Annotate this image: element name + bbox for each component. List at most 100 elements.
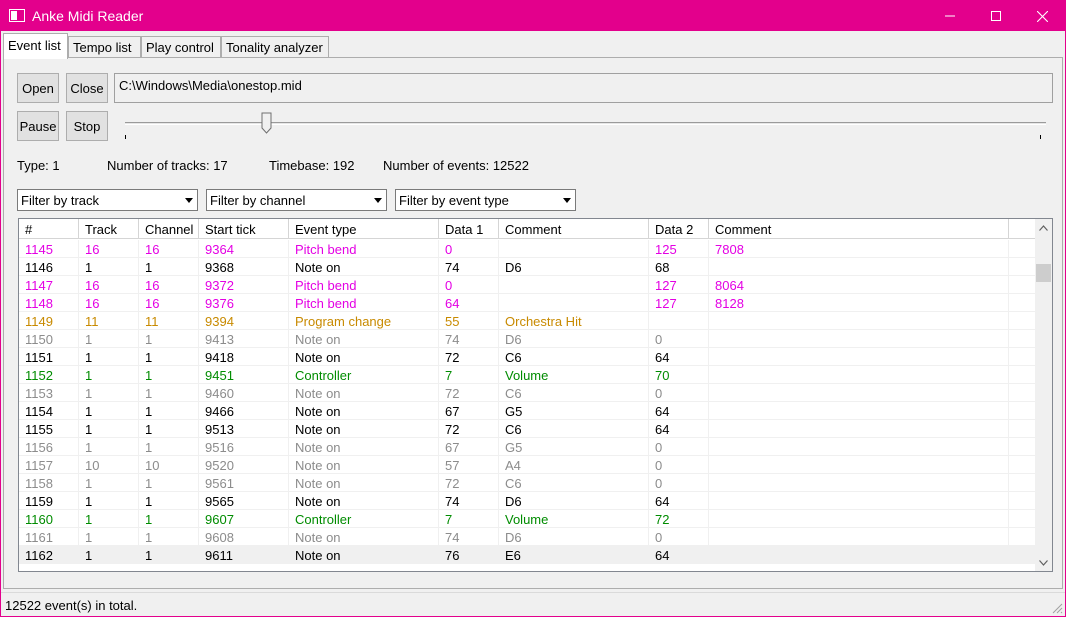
- cell-event-type: Note on: [289, 456, 439, 474]
- chevron-down-icon: [369, 190, 386, 210]
- open-button[interactable]: Open: [17, 73, 59, 103]
- cell-comment1: C6: [499, 348, 649, 366]
- slider-tick-start: [125, 135, 126, 139]
- stop-button[interactable]: Stop: [66, 111, 108, 141]
- scroll-up-button[interactable]: [1035, 219, 1052, 236]
- minimize-button[interactable]: [927, 1, 973, 31]
- header-col-comment1[interactable]: Comment: [499, 219, 649, 239]
- cell-channel: 11: [139, 312, 199, 330]
- event-list-table[interactable]: # Track Channel Start tick Event type Data 1C…: [18, 218, 1053, 572]
- cell-number: 1153: [19, 384, 79, 402]
- tab-event-list[interactable]: Event list: [3, 33, 68, 59]
- header-col-data1[interactable]: Data 1: [439, 219, 499, 239]
- tab-play-control[interactable]: Play control: [141, 36, 221, 58]
- scroll-down-button[interactable]: [1035, 554, 1052, 571]
- cell-comment2: [709, 528, 1009, 546]
- cell-comment1: C6: [499, 384, 649, 402]
- cell-start-tick: 9611: [199, 546, 289, 564]
- cell-comment2: [709, 384, 1009, 402]
- cell-comment2: [709, 420, 1009, 438]
- vertical-scrollbar[interactable]: [1035, 219, 1052, 571]
- table-row[interactable]: 1146 1 1 9368 Note on 74 D6 68: [19, 258, 1036, 276]
- cell-event-type: Note on: [289, 348, 439, 366]
- cell-comment1: Volume: [499, 366, 649, 384]
- table-row[interactable]: 1147 16 16 9372 Pitch bend 0 127 8064: [19, 276, 1036, 294]
- table-row[interactable]: 1156 1 1 9516 Note on 67 G5 0: [19, 438, 1036, 456]
- pause-button[interactable]: Pause: [17, 111, 59, 141]
- table-row[interactable]: 1153 1 1 9460 Note on 72 C6 0: [19, 384, 1036, 402]
- cell-track: 11: [79, 312, 139, 330]
- close-window-button[interactable]: [1019, 1, 1065, 31]
- cell-comment2: [709, 402, 1009, 420]
- header-col-data2[interactable]: Data 2: [649, 219, 709, 239]
- table-row[interactable]: 1160 1 1 9607 Controller 7 Volume 72: [19, 510, 1036, 528]
- cell-start-tick: 9376: [199, 294, 289, 312]
- header-col-comment2[interactable]: Comment: [709, 219, 1009, 239]
- cell-comment1: E6: [499, 546, 649, 564]
- close-button[interactable]: Close: [66, 73, 108, 103]
- status-bar: 12522 event(s) in total.: [1, 592, 1065, 616]
- header-col-start-tick[interactable]: Start tick: [199, 219, 289, 239]
- cell-event-type: Note on: [289, 546, 439, 564]
- filter-channel-dropdown[interactable]: Filter by channel: [206, 189, 387, 211]
- table-row[interactable]: 1162 1 1 9611 Note on 76 E6 64: [19, 546, 1036, 564]
- cell-start-tick: 9394: [199, 312, 289, 330]
- cell-start-tick: 9608: [199, 528, 289, 546]
- cell-comment2: [709, 510, 1009, 528]
- title-bar[interactable]: Anke Midi Reader: [1, 1, 1065, 31]
- header-col-channel[interactable]: Channel: [139, 219, 199, 239]
- cell-data2: 0: [649, 456, 709, 474]
- maximize-button[interactable]: [973, 1, 1019, 31]
- table-row[interactable]: 1150 1 1 9413 Note on 74 D6 0: [19, 330, 1036, 348]
- cell-event-type: Note on: [289, 492, 439, 510]
- table-row[interactable]: 1161 1 1 9608 Note on 74 D6 0: [19, 528, 1036, 546]
- cell-track: 1: [79, 366, 139, 384]
- cell-data2: 64: [649, 402, 709, 420]
- file-path-field[interactable]: C:\Windows\Media\onestop.mid: [114, 73, 1053, 103]
- table-row[interactable]: 1159 1 1 9565 Note on 74 D6 64: [19, 492, 1036, 510]
- table-row[interactable]: 1145 16 16 9364 Pitch bend 0 125 7808: [19, 240, 1036, 258]
- table-row[interactable]: 1158 1 1 9561 Note on 72 C6 0: [19, 474, 1036, 492]
- event-list-panel: Open Close C:\Windows\Media\onestop.mid …: [3, 57, 1063, 589]
- cell-event-type: Note on: [289, 330, 439, 348]
- cell-data1: 7: [439, 366, 499, 384]
- events-label: Number of events: 12522: [383, 158, 529, 173]
- filter-event-type-dropdown[interactable]: Filter by event type: [395, 189, 576, 211]
- cell-start-tick: 9466: [199, 402, 289, 420]
- table-row[interactable]: 1152 1 1 9451 Controller 7 Volume 70: [19, 366, 1036, 384]
- cell-channel: 16: [139, 240, 199, 258]
- table-row[interactable]: 1148 16 16 9376 Pitch bend 64 127 8128: [19, 294, 1036, 312]
- table-row[interactable]: 1155 1 1 9513 Note on 72 C6 64: [19, 420, 1036, 438]
- cell-track: 1: [79, 528, 139, 546]
- filter-track-dropdown[interactable]: Filter by track: [17, 189, 198, 211]
- cell-number: 1151: [19, 348, 79, 366]
- tab-tonality-analyzer[interactable]: Tonality analyzer: [221, 36, 329, 58]
- cell-start-tick: 9460: [199, 384, 289, 402]
- cell-start-tick: 9607: [199, 510, 289, 528]
- cell-number: 1157: [19, 456, 79, 474]
- resize-grip-icon[interactable]: [1051, 602, 1063, 614]
- table-row[interactable]: 1151 1 1 9418 Note on 72 C6 64: [19, 348, 1036, 366]
- cell-track: 1: [79, 258, 139, 276]
- header-col-track[interactable]: Track: [79, 219, 139, 239]
- status-text: 12522 event(s) in total.: [5, 598, 138, 613]
- cell-event-type: Controller: [289, 510, 439, 528]
- cell-data2: 64: [649, 420, 709, 438]
- cell-track: 1: [79, 546, 139, 564]
- header-col-event-type[interactable]: Event type: [289, 219, 439, 239]
- slider-thumb[interactable]: [261, 112, 272, 134]
- cell-channel: 1: [139, 492, 199, 510]
- cell-comment1: [499, 294, 649, 312]
- scrollbar-thumb[interactable]: [1036, 264, 1051, 282]
- cell-event-type: Note on: [289, 420, 439, 438]
- cell-number: 1155: [19, 420, 79, 438]
- table-row[interactable]: 1149 11 11 9394 Program change 55 Orchestra Hi…: [19, 312, 1036, 330]
- header-col-number[interactable]: #: [19, 219, 79, 239]
- tab-tempo-list[interactable]: Tempo list: [68, 36, 141, 58]
- table-row[interactable]: 1157 10 10 9520 Note on 57 A4 0: [19, 456, 1036, 474]
- cell-channel: 1: [139, 384, 199, 402]
- table-row[interactable]: 1154 1 1 9466 Note on 67 G5 64: [19, 402, 1036, 420]
- cell-event-type: Note on: [289, 258, 439, 276]
- table-header: # Track Channel Start tick Event type Data 1C…: [19, 219, 1036, 239]
- cell-event-type: Controller: [289, 366, 439, 384]
